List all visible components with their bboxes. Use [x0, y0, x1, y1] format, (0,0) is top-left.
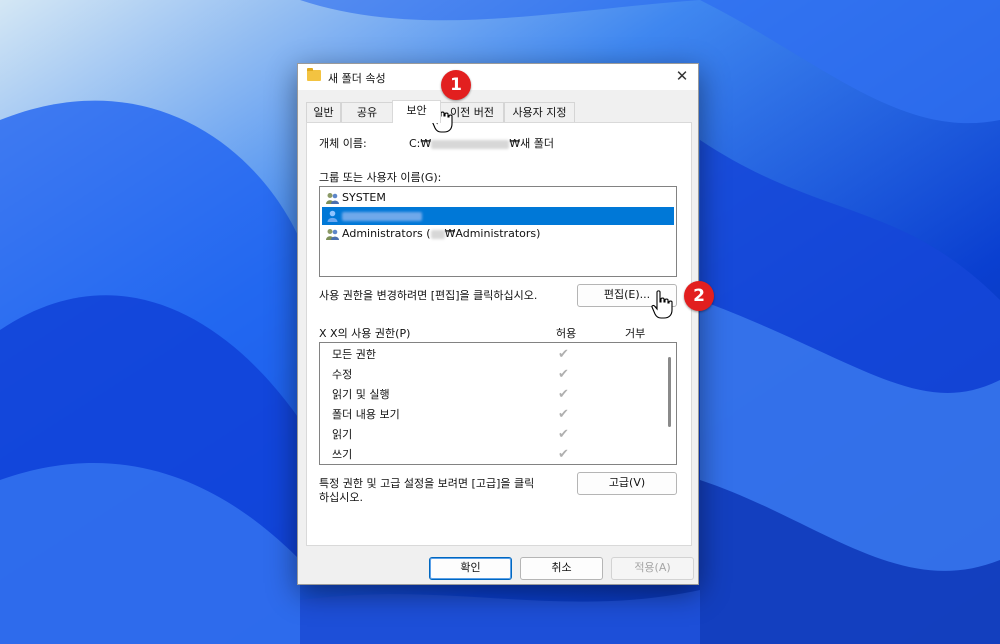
permission-row: 모든 권한 — [332, 345, 376, 365]
hand-cursor-icon — [651, 290, 673, 319]
change-permissions-hint: 사용 권한을 변경하려면 [편집]을 클릭하십시오. — [319, 289, 538, 302]
permissions-list[interactable]: 모든 권한 ✔ 수정 ✔ 읽기 및 실행 ✔ 폴더 내용 보기 ✔ 읽기 ✔ 쓰… — [319, 342, 677, 465]
apply-button[interactable]: 적용(A) — [611, 557, 694, 580]
allow-header: 허용 — [556, 327, 577, 340]
redacted-path — [431, 139, 510, 149]
user-name-suffix: ₩Administrators) — [444, 227, 541, 240]
list-item-system[interactable]: SYSTEM — [322, 189, 674, 207]
permission-row: 폴더 내용 보기 — [332, 405, 400, 425]
user-name: Administrators ( — [342, 227, 431, 240]
close-button[interactable]: ✕ — [668, 64, 696, 88]
folder-icon — [307, 68, 321, 81]
permissions-label: X X의 사용 권한(P) — [319, 327, 411, 340]
advanced-button[interactable]: 고급(V) — [577, 472, 677, 495]
tab-general[interactable]: 일반 — [306, 102, 341, 122]
ok-button[interactable]: 확인 — [429, 557, 512, 580]
cancel-button[interactable]: 취소 — [520, 557, 603, 580]
object-path: C:₩ ₩새 폴더 — [409, 135, 554, 151]
allow-check-icon: ✔ — [558, 347, 569, 362]
window-title: 새 폴더 속성 — [328, 72, 386, 85]
tab-sharing[interactable]: 공유 — [341, 102, 393, 122]
title-bar[interactable]: 새 폴더 속성 ✕ — [298, 64, 698, 90]
redacted-domain — [430, 229, 445, 239]
permission-name: 모든 권한 — [332, 348, 376, 361]
tab-security[interactable]: 보안 — [392, 100, 441, 123]
list-item-current-user[interactable] — [322, 207, 674, 225]
users-group-icon — [326, 229, 339, 240]
properties-dialog: 새 폴더 속성 ✕ 일반 공유 보안 이전 버전 사용자 지정 개체 이름: C… — [297, 63, 699, 585]
permission-row: 수정 — [332, 365, 352, 385]
permission-name: 읽기 — [332, 428, 353, 441]
allow-check-icon: ✔ — [558, 387, 569, 402]
allow-check-icon: ✔ — [558, 447, 569, 462]
object-path-suffix: ₩새 폴더 — [509, 137, 554, 150]
advanced-hint-line2: 하십시오. — [319, 491, 363, 504]
step-2-badge: 2 — [684, 281, 714, 311]
permission-name: 쓰기 — [332, 448, 353, 461]
permission-row: 읽기 및 실행 — [332, 385, 390, 405]
deny-header: 거부 — [625, 327, 646, 340]
permission-name: 폴더 내용 보기 — [332, 408, 400, 421]
allow-check-icon: ✔ — [558, 367, 569, 382]
tab-customize[interactable]: 사용자 지정 — [504, 102, 575, 122]
object-path-prefix: C:₩ — [409, 137, 432, 150]
permission-name: 읽기 및 실행 — [332, 388, 390, 401]
redacted-user-name — [342, 211, 422, 221]
permission-name: 수정 — [332, 368, 353, 381]
scrollbar-thumb[interactable] — [668, 357, 671, 427]
allow-check-icon: ✔ — [558, 427, 569, 442]
user-icon — [327, 210, 338, 222]
security-panel: 개체 이름: C:₩ ₩새 폴더 그룹 또는 사용자 이름(G): SYSTEM — [306, 122, 692, 546]
step-1-badge: 1 — [441, 70, 471, 100]
object-name-label: 개체 이름: — [319, 137, 367, 150]
users-group-icon — [326, 193, 339, 204]
user-name: SYSTEM — [342, 191, 386, 204]
group-users-label: 그룹 또는 사용자 이름(G): — [319, 171, 442, 184]
list-item-administrators[interactable]: Administrators ( ₩Administrators) — [322, 225, 674, 243]
permission-row: 쓰기 — [332, 445, 353, 464]
allow-check-icon: ✔ — [558, 407, 569, 422]
users-list[interactable]: SYSTEM Administrators ( ₩Administrators) — [319, 186, 677, 277]
permission-row: 읽기 — [332, 425, 352, 445]
